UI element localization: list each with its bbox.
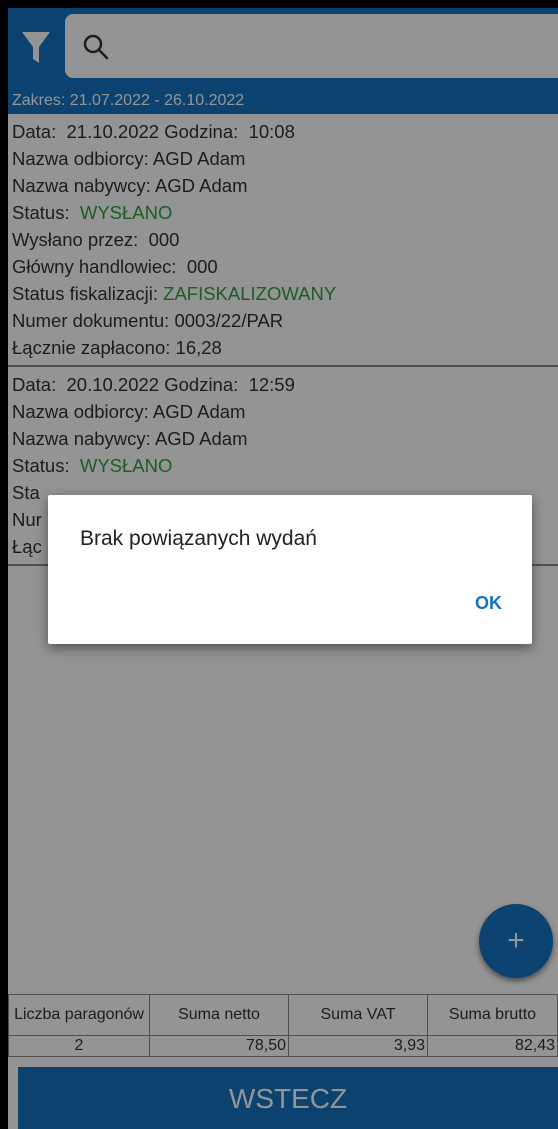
app-screen: Zakres: 21.07.2022 - 26.10.2022 Data: 21… xyxy=(8,8,558,1129)
alert-dialog: Brak powiązanych wydań OK xyxy=(48,495,532,644)
dialog-message: Brak powiązanych wydań xyxy=(80,527,317,550)
dialog-ok-button[interactable]: OK xyxy=(475,593,502,614)
